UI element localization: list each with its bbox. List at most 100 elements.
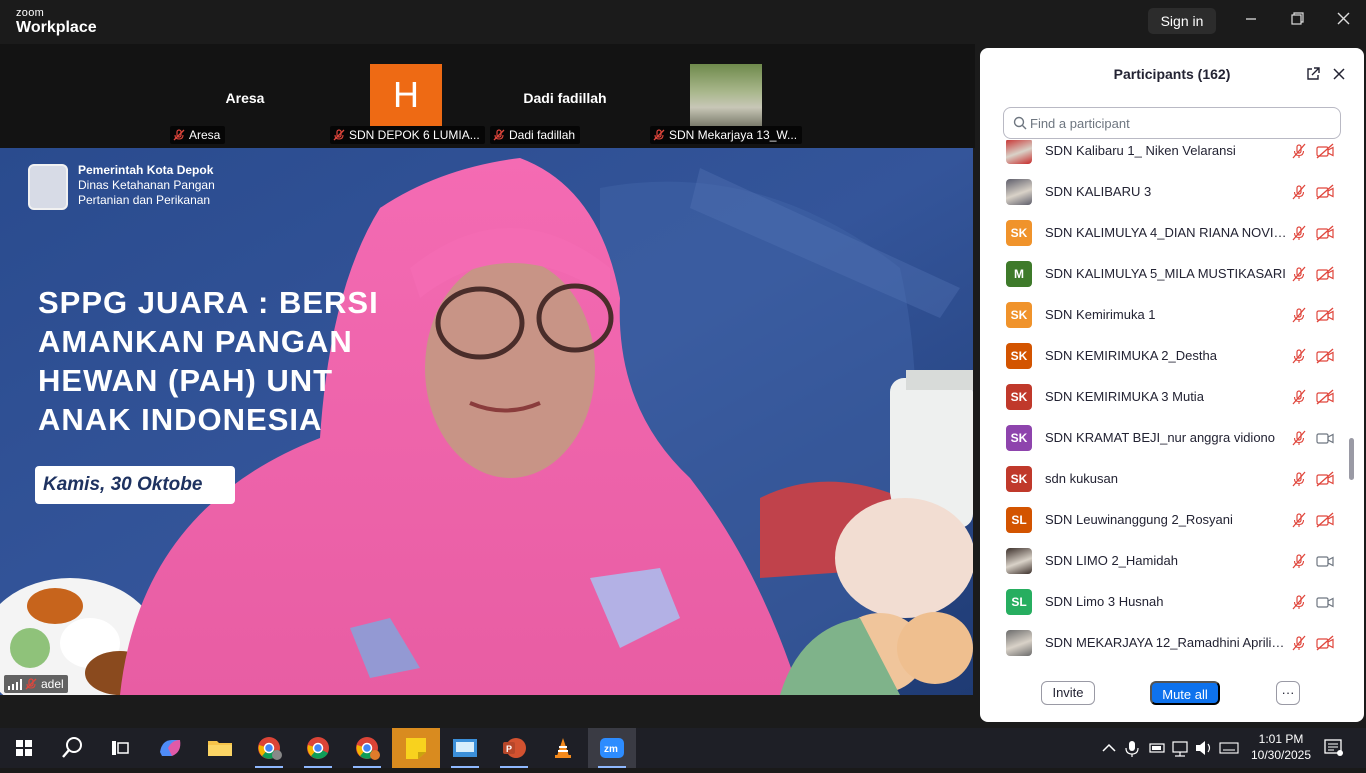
clock[interactable]: 1:01 PM 10/30/2025 <box>1248 731 1314 763</box>
speaker-label: adel <box>4 675 68 693</box>
gallery-tile[interactable]: Dadi fadillah Dadi fadillah <box>490 64 640 146</box>
search-input[interactable] <box>1030 108 1330 138</box>
mic-muted-icon[interactable] <box>1291 348 1307 364</box>
participant-row[interactable]: SDN Kalibaru 1_ Niken Velaransi <box>994 140 1344 173</box>
search-icon[interactable] <box>48 728 96 768</box>
invite-button[interactable]: Invite <box>1041 681 1095 705</box>
camera-off-icon[interactable] <box>1316 389 1334 405</box>
org-line-1: Pemerintah Kota Depok <box>78 163 214 177</box>
participant-name: SDN LIMO 2_Hamidah <box>1045 553 1178 568</box>
avatar: SK <box>1006 343 1032 369</box>
participant-row[interactable]: SL SDN Leuwinanggung 2_Rosyani <box>994 501 1344 542</box>
mic-muted-icon[interactable] <box>1291 635 1307 651</box>
sign-in-button[interactable]: Sign in <box>1148 8 1216 34</box>
close-icon[interactable] <box>1328 8 1358 34</box>
participant-row[interactable]: SL SDN Limo 3 Husnah <box>994 583 1344 624</box>
camera-off-icon[interactable] <box>1316 184 1334 200</box>
mic-muted-icon[interactable] <box>1291 389 1307 405</box>
participant-list[interactable]: SDN Kalibaru 1_ Niken Velaransi SDN KALIB… <box>994 140 1344 672</box>
tile-name: Dadi fadillah <box>523 90 607 106</box>
mic-muted-icon[interactable] <box>1291 225 1307 241</box>
participant-photo <box>1006 548 1032 574</box>
camera-off-icon[interactable] <box>1316 307 1334 323</box>
participant-row[interactable]: SK SDN KEMIRIMUKA 2_Destha <box>994 337 1344 378</box>
pop-out-icon[interactable] <box>1305 66 1321 82</box>
participant-name: SDN Limo 3 Husnah <box>1045 594 1164 609</box>
copilot-icon[interactable] <box>146 728 194 768</box>
org-line-3: Pertanian dan Perikanan <box>78 193 211 207</box>
app-icon[interactable] <box>441 728 489 768</box>
network-icon <box>1172 741 1188 757</box>
participant-name: SDN KALIMULYA 4_DIAN RIANA NOVITA... <box>1045 225 1287 240</box>
file-explorer-icon[interactable] <box>196 728 244 768</box>
chrome-icon[interactable] <box>294 728 342 768</box>
search-field[interactable] <box>1003 107 1341 139</box>
mute-all-button[interactable]: Mute all <box>1150 681 1220 705</box>
start-icon[interactable] <box>0 728 48 768</box>
mic-muted-icon[interactable] <box>1291 184 1307 200</box>
mic-muted-icon[interactable] <box>1291 553 1307 569</box>
participant-row[interactable]: SDN KALIBARU 3 <box>994 173 1344 214</box>
camera-off-icon[interactable] <box>1316 225 1334 241</box>
clock-time: 1:01 PM <box>1258 732 1304 746</box>
camera-icon[interactable] <box>1316 594 1334 610</box>
restore-icon[interactable] <box>1282 8 1312 34</box>
participant-row[interactable]: SK SDN KEMIRIMUKA 3 Mutia <box>994 378 1344 419</box>
keyboard-icon <box>1219 742 1239 754</box>
participant-row[interactable]: SDN MEKARJAYA 12_Ramadhini Apriliani <box>994 624 1344 665</box>
participant-name: SDN Kemirimuka 1 <box>1045 307 1156 322</box>
mic-muted-icon[interactable] <box>1291 471 1307 487</box>
avatar: SK <box>1006 302 1032 328</box>
zoom-icon[interactable]: zm <box>588 728 636 768</box>
participant-row[interactable]: SK SDN Kemirimuka 1 <box>994 296 1344 337</box>
vlc-icon[interactable] <box>539 728 587 768</box>
tile-name: Aresa <box>225 90 265 106</box>
mic-muted-icon[interactable] <box>1291 594 1307 610</box>
camera-off-icon[interactable] <box>1316 471 1334 487</box>
participant-row[interactable]: SDN LIMO 2_Hamidah <box>994 542 1344 583</box>
chrome-profile-icon[interactable] <box>245 728 293 768</box>
camera-off-icon[interactable] <box>1316 348 1334 364</box>
chrome-alt-icon[interactable] <box>343 728 391 768</box>
gallery-strip: Aresa Aresa H SDN DEPOK 6 LUMIA... Dadi … <box>0 44 975 148</box>
minimize-icon[interactable] <box>1236 8 1266 34</box>
camera-icon[interactable] <box>1316 553 1334 569</box>
tile-label-text: SDN Mekarjaya 13_W... <box>669 128 798 142</box>
participant-name: SDN KALIBARU 3 <box>1045 184 1152 199</box>
main-video[interactable]: Pemerintah Kota Depok Dinas Ketahanan Pa… <box>0 148 973 695</box>
participant-row[interactable]: SK SDN KALIMULYA 4_DIAN RIANA NOVITA... <box>994 214 1344 255</box>
close-panel-icon[interactable] <box>1331 66 1347 82</box>
slide-header: Pemerintah Kota Depok Dinas Ketahanan Pa… <box>78 163 215 208</box>
tile-label-text: SDN DEPOK 6 LUMIA... <box>349 128 480 142</box>
mic-muted-icon <box>173 129 185 141</box>
camera-icon[interactable] <box>1316 430 1334 446</box>
signal-icon <box>8 679 22 690</box>
avatar: SK <box>1006 384 1032 410</box>
participant-row[interactable]: M SDN KALIMULYA 5_MILA MUSTIKASARI <box>994 255 1344 296</box>
participant-photo <box>1006 630 1032 656</box>
camera-off-icon[interactable] <box>1316 635 1334 651</box>
brand-big: Workplace <box>16 19 97 36</box>
mic-muted-icon[interactable] <box>1291 430 1307 446</box>
mic-muted-icon[interactable] <box>1291 143 1307 159</box>
gallery-tile[interactable]: H SDN DEPOK 6 LUMIA... <box>330 64 485 146</box>
scroll-thumb[interactable] <box>1349 438 1354 480</box>
powerpoint-icon[interactable]: P <box>490 728 538 768</box>
mic-muted-icon[interactable] <box>1291 512 1307 528</box>
sticky-notes-icon[interactable] <box>392 728 440 768</box>
participant-row[interactable]: SK sdn kukusan <box>994 460 1344 501</box>
tile-label: Dadi fadillah <box>490 126 581 144</box>
more-options-button[interactable]: ··· <box>1276 681 1300 705</box>
participant-scrollbar[interactable] <box>1348 140 1354 664</box>
notification-icon[interactable] <box>1322 728 1344 768</box>
gallery-tile[interactable]: Aresa Aresa <box>170 64 320 146</box>
camera-off-icon[interactable] <box>1316 512 1334 528</box>
mic-muted-icon[interactable] <box>1291 307 1307 323</box>
gallery-tile[interactable]: SDN Mekarjaya 13_W... <box>650 64 803 146</box>
clock-date: 10/30/2025 <box>1250 748 1312 762</box>
task-view-icon[interactable] <box>96 728 144 768</box>
mic-muted-icon[interactable] <box>1291 266 1307 282</box>
camera-off-icon[interactable] <box>1316 143 1334 159</box>
camera-off-icon[interactable] <box>1316 266 1334 282</box>
participant-row[interactable]: SK SDN KRAMAT BEJI_nur anggra vidiono <box>994 419 1344 460</box>
